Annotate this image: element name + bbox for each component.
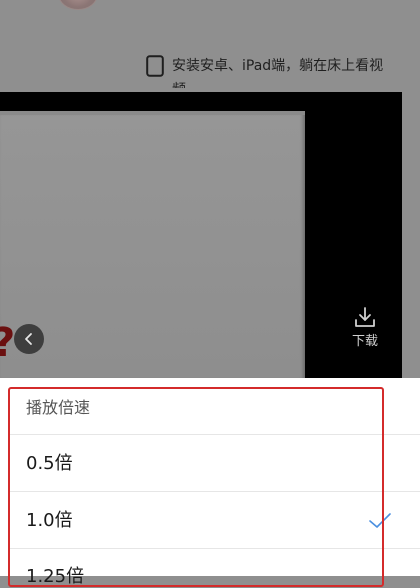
install-app-promo-text: 安装安卓、iPad端，躺在床上看视频 (172, 58, 384, 88)
divider (10, 434, 420, 435)
chevron-left-icon (25, 333, 32, 345)
check-icon (369, 513, 391, 528)
video-content-edge (0, 111, 305, 115)
sheet-title: 播放倍速 (26, 398, 91, 417)
tablet-icon (146, 55, 164, 77)
download-label: 下载 (351, 334, 378, 349)
download-button[interactable]: 下载 (342, 306, 388, 350)
speed-option-1-25x[interactable]: 1.25倍 (26, 566, 84, 588)
video-question-mark-graphic: ? (0, 321, 15, 365)
install-app-promo[interactable]: 安装安卓、iPad端，躺在床上看视频 (146, 54, 396, 88)
download-icon (355, 307, 375, 327)
divider (10, 548, 420, 549)
speed-option-1-0x[interactable]: 1.0倍 (26, 510, 73, 532)
video-content (0, 111, 305, 378)
speed-option-0-5x[interactable]: 0.5倍 (26, 453, 73, 475)
back-button[interactable] (14, 324, 44, 354)
divider (10, 491, 420, 492)
